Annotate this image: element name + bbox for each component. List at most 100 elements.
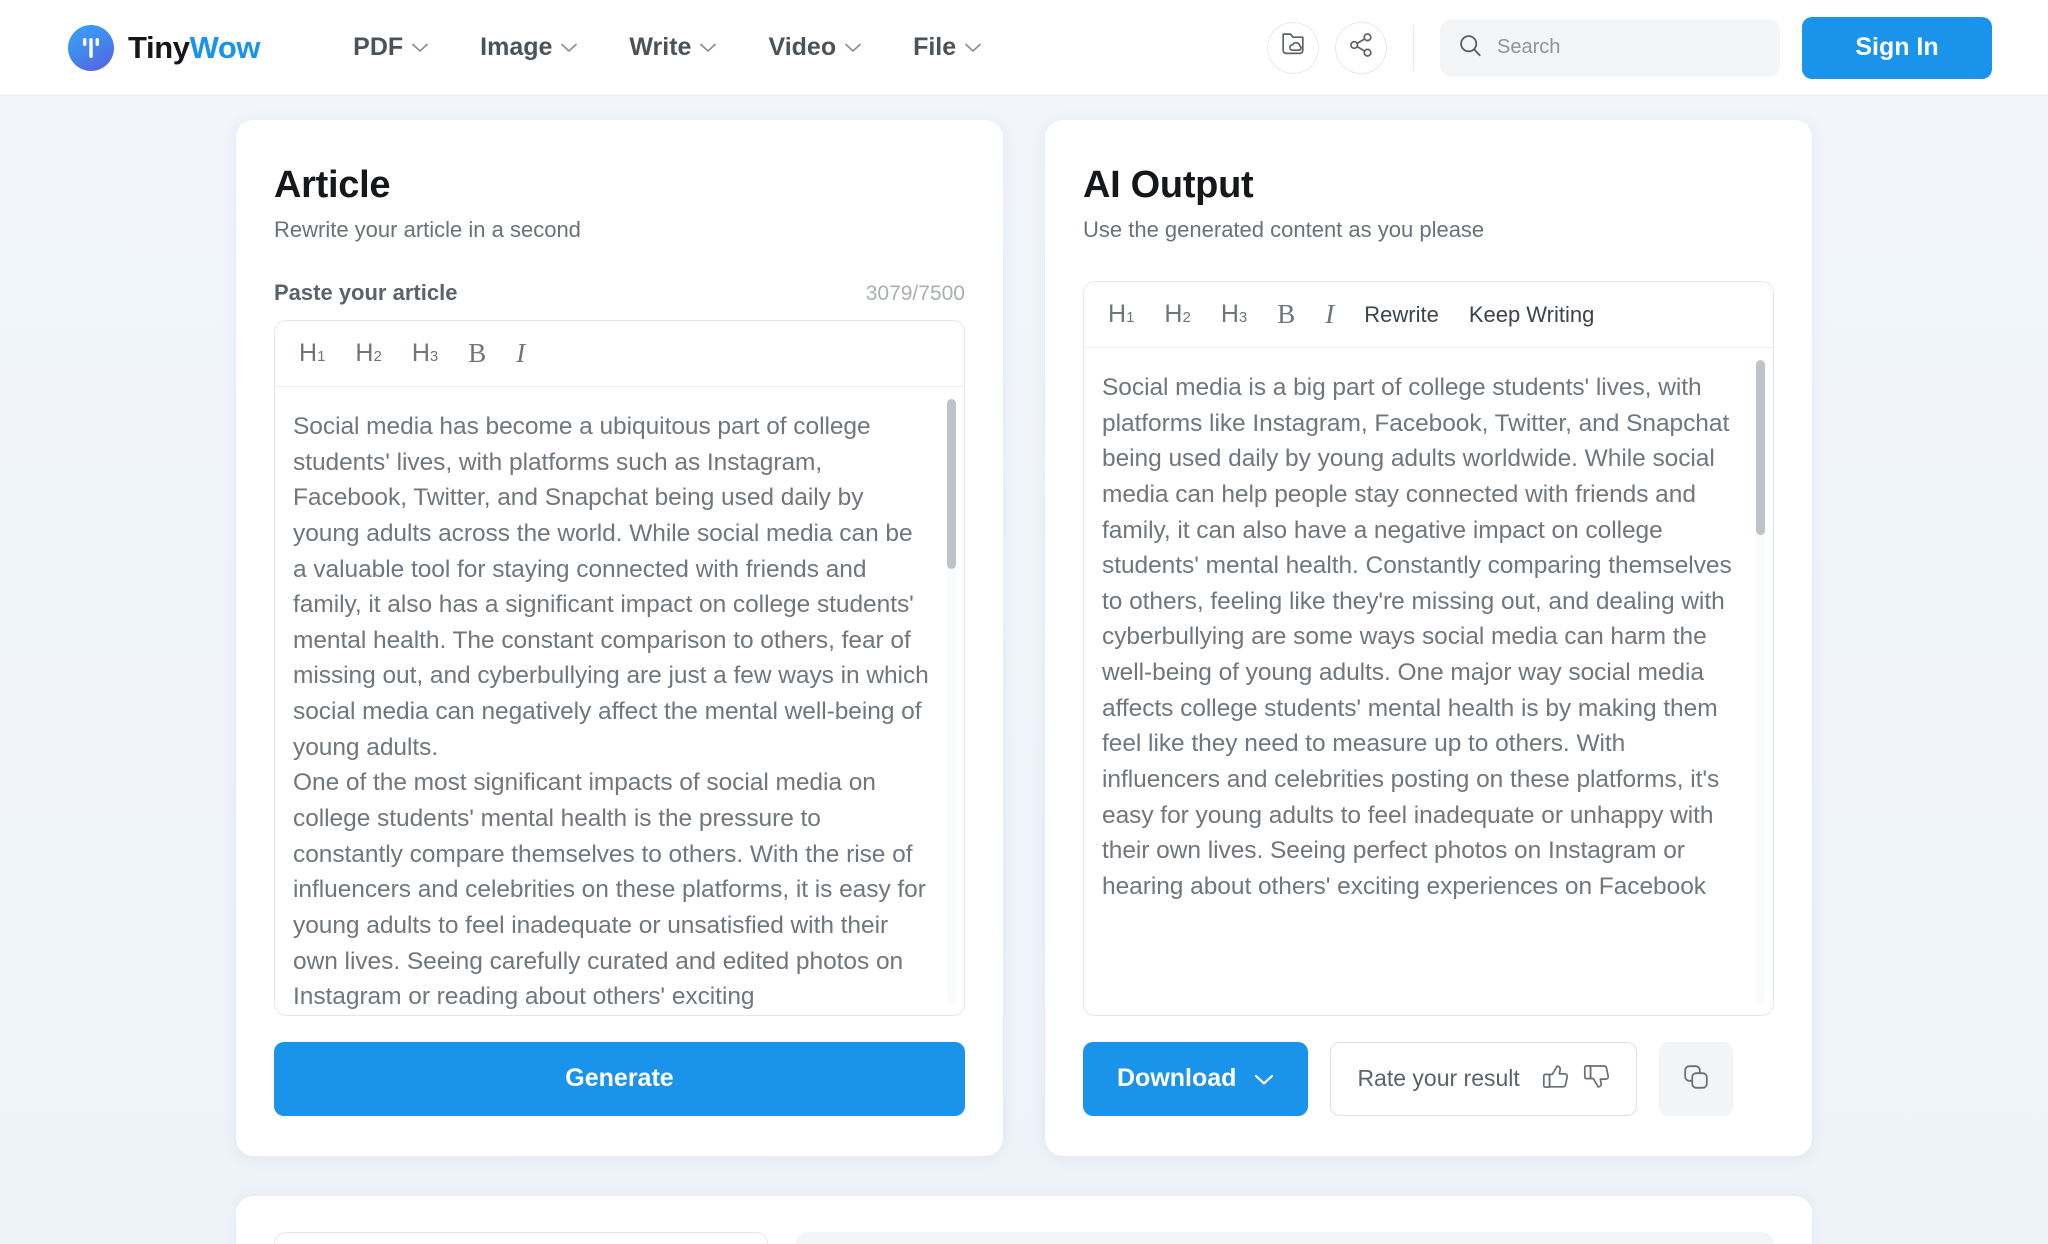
bottom-preview-box[interactable] xyxy=(796,1231,1774,1244)
article-editor-toolbar: H1 H2 H3 B I xyxy=(275,321,964,387)
search-icon xyxy=(1458,33,1483,63)
rate-result-control[interactable]: Rate your result xyxy=(1330,1041,1637,1116)
ai-output-text-content: Social media is a big part of college st… xyxy=(1084,348,1773,905)
h3-glyph: H xyxy=(1220,300,1239,328)
search-placeholder: Search xyxy=(1497,36,1561,58)
article-panel-title: Article xyxy=(274,164,391,206)
logo-text-wow: Wow xyxy=(189,29,261,65)
site-header: TinyWow PDF Image Write Video File Searc… xyxy=(0,0,2048,96)
bottom-section-card xyxy=(236,1195,1812,1244)
heading-2-button[interactable]: H2 xyxy=(355,339,381,368)
h3-subscript: 3 xyxy=(429,348,439,365)
rewrite-button[interactable]: Rewrite xyxy=(1364,302,1439,328)
italic-button[interactable]: I xyxy=(1325,299,1334,330)
ai-output-panel: AI Output Use the generated content as y… xyxy=(1045,120,1812,1156)
download-button[interactable]: Download xyxy=(1083,1041,1309,1116)
chevron-down-icon xyxy=(561,43,578,53)
chevron-down-icon xyxy=(845,43,861,53)
h1-glyph: H xyxy=(299,339,318,367)
paste-article-label: Paste your article xyxy=(274,280,458,305)
sign-in-button[interactable]: Sign In xyxy=(1802,16,1992,79)
logo-text: TinyWow xyxy=(128,29,261,66)
share-button[interactable] xyxy=(1335,21,1387,74)
heading-3-button[interactable]: H3 xyxy=(1221,300,1247,329)
article-annotated-seg: While social media can xyxy=(629,519,879,547)
article-paragraph-2: One of the most significant impacts of s… xyxy=(293,765,930,1014)
h1-subscript: 1 xyxy=(1126,309,1135,326)
nav-item-pdf[interactable]: PDF xyxy=(353,33,428,62)
h1-subscript: 1 xyxy=(317,348,326,365)
ai-output-editor-toolbar: H1 H2 H3 B I Rewrite Keep Writing xyxy=(1084,282,1773,348)
nav-label: PDF xyxy=(353,33,404,61)
search-input[interactable]: Search xyxy=(1440,18,1780,77)
header-actions: Search Sign In xyxy=(1267,16,1992,79)
article-paragraph-1: Social media has become a ubiquitous par… xyxy=(293,409,930,765)
rate-result-label: Rate your result xyxy=(1357,1065,1520,1092)
keep-writing-button[interactable]: Keep Writing xyxy=(1469,302,1595,328)
article-actions: Generate xyxy=(274,1041,965,1116)
article-textarea[interactable]: Social media has become a ubiquitous par… xyxy=(275,387,964,1015)
ai-output-editor: H1 H2 H3 B I Rewrite Keep Writing Social… xyxy=(1083,281,1774,1016)
tinywow-logo-icon xyxy=(68,24,114,71)
bottom-input-box[interactable] xyxy=(274,1231,768,1244)
download-label: Download xyxy=(1117,1064,1237,1093)
h1-glyph: H xyxy=(1108,300,1127,328)
ai-output-scrollbar-thumb[interactable] xyxy=(1756,360,1765,535)
cloud-file-button[interactable] xyxy=(1267,21,1319,74)
ai-seg: people stay connected with friends and f… xyxy=(1102,480,1732,758)
heading-1-button[interactable]: H1 xyxy=(1108,300,1134,329)
article-text-content: Social media has become a ubiquitous par… xyxy=(275,387,964,1015)
ai-output-panel-subtitle: Use the generated content as you please xyxy=(1083,217,1485,242)
article-seg: be a valuable tool for staying connected… xyxy=(293,519,929,761)
logo[interactable]: TinyWow xyxy=(68,24,261,71)
share-icon xyxy=(1348,32,1374,63)
main-stage: Article Rewrite your article in a second… xyxy=(0,96,2048,1244)
h2-glyph: H xyxy=(1164,300,1183,328)
chevron-down-icon xyxy=(412,43,428,53)
nav-item-video[interactable]: Video xyxy=(768,33,861,62)
character-counter: 3079/7500 xyxy=(865,282,965,305)
heading-3-button[interactable]: H3 xyxy=(412,339,438,368)
logo-text-tiny: Tiny xyxy=(128,29,190,65)
ai-output-panel-title: AI Output xyxy=(1083,164,1254,206)
ai-output-scrollbar-track[interactable] xyxy=(1756,360,1765,1005)
bold-button[interactable]: B xyxy=(1277,299,1295,330)
chevron-down-icon xyxy=(965,43,982,53)
ai-output-paragraph: Social media is a big part of college st… xyxy=(1102,370,1739,905)
h2-subscript: 2 xyxy=(1182,309,1191,326)
ai-output-actions: Download Rate your result xyxy=(1083,1041,1774,1116)
h2-glyph: H xyxy=(355,339,374,367)
h3-subscript: 3 xyxy=(1238,309,1248,326)
h3-glyph: H xyxy=(411,339,430,367)
italic-button[interactable]: I xyxy=(516,338,525,369)
heading-1-button[interactable]: H1 xyxy=(299,339,325,368)
nav-item-image[interactable]: Image xyxy=(480,33,578,62)
chevron-down-icon xyxy=(700,43,717,53)
cloud-file-icon xyxy=(1280,31,1306,64)
main-nav: PDF Image Write Video File xyxy=(353,33,982,62)
rating-buttons xyxy=(1542,1063,1610,1095)
h2-subscript: 2 xyxy=(373,348,382,365)
article-scrollbar-track[interactable] xyxy=(947,399,956,1005)
copy-icon xyxy=(1682,1063,1710,1094)
generate-button[interactable]: Generate xyxy=(274,1041,965,1116)
panels-row: Article Rewrite your article in a second… xyxy=(236,96,1812,1156)
chevron-down-icon xyxy=(1254,1064,1274,1093)
nav-label: Video xyxy=(768,33,837,61)
nav-item-write[interactable]: Write xyxy=(629,33,717,62)
article-field-header: Paste your article 3079/7500 xyxy=(274,280,965,306)
nav-label: Write xyxy=(629,33,692,61)
header-divider xyxy=(1413,24,1414,71)
heading-2-button[interactable]: H2 xyxy=(1164,300,1190,329)
nav-label: File xyxy=(913,33,957,61)
nav-item-file[interactable]: File xyxy=(913,33,982,62)
bold-button[interactable]: B xyxy=(468,338,486,369)
article-panel: Article Rewrite your article in a second… xyxy=(236,120,1003,1156)
article-editor: H1 H2 H3 B I Social media has become a u… xyxy=(274,320,965,1016)
thumbs-down-icon[interactable] xyxy=(1583,1063,1610,1095)
thumbs-up-icon[interactable] xyxy=(1542,1063,1569,1095)
article-panel-subtitle: Rewrite your article in a second xyxy=(274,217,581,242)
article-scrollbar-thumb[interactable] xyxy=(947,399,956,569)
ai-output-textarea[interactable]: Social media is a big part of college st… xyxy=(1084,348,1773,1015)
copy-button[interactable] xyxy=(1658,1041,1733,1116)
